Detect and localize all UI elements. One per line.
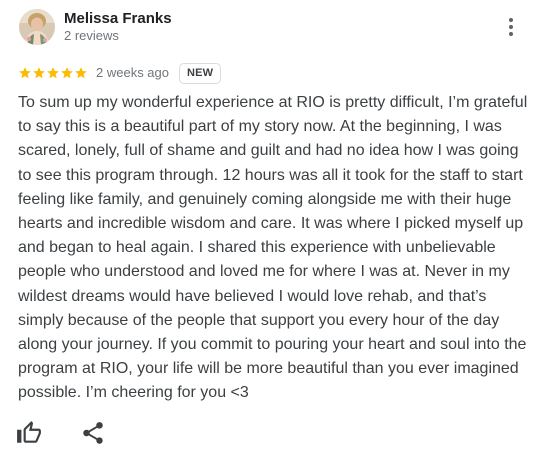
star-icon bbox=[19, 67, 31, 79]
star-icon bbox=[47, 67, 59, 79]
more-vert-icon bbox=[509, 18, 513, 36]
avatar-photo bbox=[19, 9, 55, 45]
rating-row: 2 weeks ago NEW bbox=[18, 62, 222, 84]
like-button[interactable] bbox=[16, 420, 42, 446]
review-text: To sum up my wonderful experience at RIO… bbox=[18, 94, 528, 402]
new-badge: NEW bbox=[179, 62, 222, 84]
star-rating bbox=[18, 66, 88, 80]
star-icon bbox=[75, 67, 87, 79]
review-count: 2 reviews bbox=[64, 28, 119, 43]
avatar[interactable] bbox=[19, 9, 55, 45]
share-button[interactable] bbox=[80, 420, 106, 446]
review-card: Melissa Franks 2 reviews 2 weeks ago NEW… bbox=[0, 0, 540, 458]
thumbs-up-icon bbox=[17, 421, 41, 443]
share-icon bbox=[83, 422, 103, 444]
star-icon bbox=[61, 67, 73, 79]
more-options-button[interactable] bbox=[500, 14, 522, 40]
review-date: 2 weeks ago bbox=[96, 65, 169, 80]
star-icon bbox=[33, 67, 45, 79]
author-name[interactable]: Melissa Franks bbox=[64, 10, 172, 28]
